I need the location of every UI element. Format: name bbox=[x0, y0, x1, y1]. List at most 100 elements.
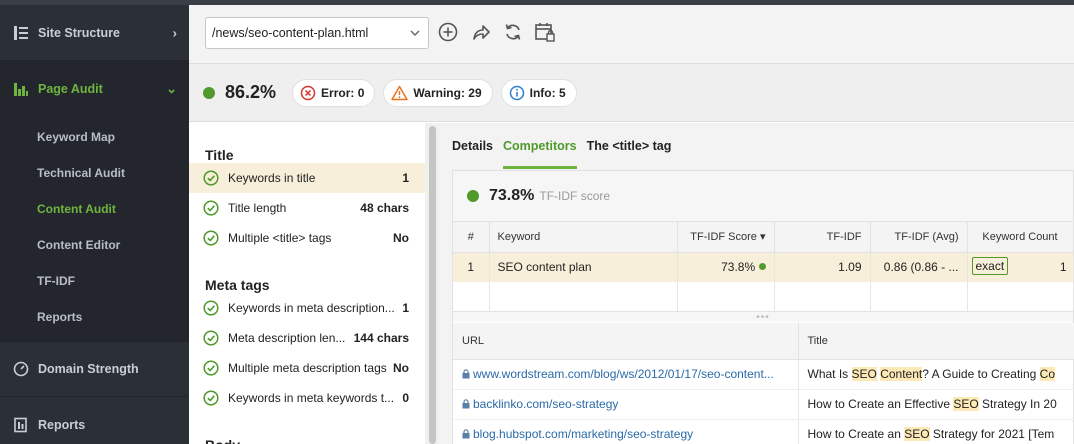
tab-competitors[interactable]: Competitors bbox=[503, 123, 577, 169]
column-header-keyword-count[interactable]: Keyword Count bbox=[967, 222, 1074, 253]
sidebar-item-label: Site Structure bbox=[38, 25, 120, 40]
audit-checklist: Title Keywords in title 1 Title length 4… bbox=[189, 123, 425, 444]
column-header-keyword[interactable]: Keyword bbox=[489, 222, 678, 253]
url-text: www.wordstream.com/blog/ws/2012/01/17/se… bbox=[473, 367, 774, 381]
checklist-row[interactable]: Title length 48 chars bbox=[189, 193, 425, 223]
cell-number: 1 bbox=[453, 252, 490, 282]
checklist-scrollbar-thumb[interactable] bbox=[429, 126, 436, 444]
title-text: How to Create an bbox=[807, 427, 905, 441]
tfidf-score-text: 73.8% bbox=[721, 260, 756, 275]
match-type-badge[interactable]: exact bbox=[971, 257, 1009, 276]
checklist-label: Multiple meta description tags bbox=[228, 361, 387, 375]
tab-details[interactable]: Details bbox=[452, 123, 493, 169]
check-circle-icon bbox=[203, 170, 219, 186]
cell-keyword-count: exact 1 bbox=[967, 252, 1074, 282]
title-text: How to Create an Effective bbox=[807, 397, 954, 411]
sidebar-item-content-audit[interactable]: Content Audit bbox=[0, 191, 189, 227]
column-header-tfidf[interactable]: TF-IDF bbox=[774, 222, 871, 253]
table-row[interactable]: backlinko.com/seo-strategy How to Create… bbox=[453, 389, 1074, 420]
refresh-icon[interactable] bbox=[502, 21, 524, 43]
sidebar: Site Structure › Page Audit ⌄ Keyword Ma… bbox=[0, 0, 189, 444]
sidebar-item-content-editor[interactable]: Content Editor bbox=[0, 227, 189, 263]
section-heading-meta-tags: Meta tags bbox=[205, 277, 270, 293]
title-text: What Is bbox=[807, 367, 852, 381]
table-row[interactable]: www.wordstream.com/blog/ws/2012/01/17/se… bbox=[453, 359, 1074, 390]
title-text: Strategy for 2021 [Tem bbox=[929, 427, 1055, 441]
checklist-value: No bbox=[393, 231, 409, 245]
url-text: backlinko.com/seo-strategy bbox=[473, 397, 619, 411]
column-header-tfidf-score[interactable]: TF-IDF Score ▾ bbox=[677, 222, 775, 253]
keyword-highlight: Content bbox=[880, 367, 923, 381]
checklist-row[interactable]: Multiple <title> tags No bbox=[189, 223, 425, 253]
keyword-highlight: Co bbox=[1039, 367, 1055, 381]
tab-bar: Details Competitors The <title> tag bbox=[439, 123, 1074, 169]
keyword-highlight: SEO bbox=[953, 397, 979, 411]
status-dot bbox=[467, 190, 479, 202]
checklist-row[interactable]: Keywords in title 1 bbox=[189, 163, 425, 193]
table-row[interactable]: 1 SEO content plan 73.8% 1.09 0.86 (0.86… bbox=[453, 252, 1074, 282]
status-dot bbox=[203, 86, 215, 99]
warning-count: Warning: 29 bbox=[413, 85, 482, 100]
sidebar-item-page-audit[interactable]: Page Audit ⌄ bbox=[0, 61, 189, 117]
schedule-icon[interactable] bbox=[534, 21, 556, 43]
share-icon[interactable] bbox=[470, 21, 492, 43]
sidebar-item-reports[interactable]: Reports bbox=[0, 397, 189, 444]
sidebar-item-keyword-map[interactable]: Keyword Map bbox=[0, 119, 189, 155]
sidebar-item-domain-strength[interactable]: Domain Strength bbox=[0, 341, 189, 397]
checklist-row[interactable]: Keywords in meta description... 1 bbox=[189, 293, 425, 323]
chevron-down-icon: ⌄ bbox=[166, 80, 177, 96]
cell-tfidf-avg: 0.86 (0.86 - ... bbox=[870, 252, 968, 282]
column-header-url[interactable]: URL bbox=[453, 323, 799, 360]
warning-filter-button[interactable]: Warning: 29 bbox=[383, 78, 493, 107]
url-text: blog.hubspot.com/marketing/seo-strategy bbox=[473, 427, 694, 441]
tfidf-score-value: 73.8% bbox=[489, 187, 535, 204]
cell-title: How to Create an SEO Strategy for 2021 [… bbox=[798, 419, 1074, 444]
checklist-label: Keywords in title bbox=[228, 171, 316, 185]
error-filter-button[interactable]: Error: 0 bbox=[292, 78, 376, 107]
site-structure-icon bbox=[12, 24, 30, 42]
add-icon[interactable] bbox=[437, 21, 459, 43]
checklist-row[interactable]: Meta description len... 144 chars bbox=[189, 323, 425, 353]
checklist-value: 1 bbox=[402, 171, 409, 185]
checklist-row[interactable]: Multiple meta description tags No bbox=[189, 353, 425, 383]
lock-icon bbox=[462, 369, 470, 379]
details-panel: Details Competitors The <title> tag 73.8… bbox=[439, 123, 1074, 444]
column-header-number[interactable]: # bbox=[453, 222, 490, 253]
column-header-title[interactable]: Title bbox=[798, 323, 1074, 360]
cell-url[interactable]: backlinko.com/seo-strategy bbox=[453, 389, 799, 420]
lock-icon bbox=[462, 399, 470, 409]
error-count: Error: 0 bbox=[321, 85, 365, 100]
column-header-tfidf-avg[interactable]: TF-IDF (Avg) bbox=[870, 222, 968, 253]
cell-url[interactable]: blog.hubspot.com/marketing/seo-strategy bbox=[453, 419, 799, 444]
score-bar: 86.2% Error: 0 Warning: 29 Info: 5 bbox=[189, 64, 1074, 122]
sidebar-item-label: Domain Strength bbox=[38, 362, 139, 376]
table-row[interactable]: blog.hubspot.com/marketing/seo-strategy … bbox=[453, 419, 1074, 444]
cell-title: How to Create an Effective SEO Strategy … bbox=[798, 389, 1074, 420]
checklist-value: 144 chars bbox=[353, 331, 409, 345]
keyword-count-value: 1 bbox=[1059, 260, 1067, 275]
checklist-label: Title length bbox=[228, 201, 287, 215]
checklist-row[interactable]: Keywords in meta keywords t... 0 bbox=[189, 383, 425, 413]
warning-icon bbox=[391, 85, 409, 100]
tfidf-card: 73.8% TF-IDF score # Keyword TF-IDF Scor… bbox=[452, 170, 1074, 444]
sidebar-item-technical-audit[interactable]: Technical Audit bbox=[0, 155, 189, 191]
toolbar: /news/seo-content-plan.html bbox=[189, 0, 1074, 64]
checklist-value: 1 bbox=[402, 301, 409, 315]
sidebar-item-reports-sub[interactable]: Reports bbox=[0, 299, 189, 335]
sidebar-item-tf-idf[interactable]: TF-IDF bbox=[0, 263, 189, 299]
section-heading-title: Title bbox=[205, 147, 234, 163]
info-filter-button[interactable]: Info: 5 bbox=[500, 78, 577, 107]
sidebar-item-label: Page Audit bbox=[38, 81, 103, 96]
tfidf-header: 73.8% TF-IDF score bbox=[453, 171, 1073, 222]
check-circle-icon bbox=[203, 230, 219, 246]
check-circle-icon bbox=[203, 200, 219, 216]
url-dropdown-value: /news/seo-content-plan.html bbox=[212, 26, 369, 40]
gauge-icon bbox=[12, 360, 30, 378]
panel-splitter[interactable]: ••• bbox=[453, 312, 1073, 323]
tab-title-tag[interactable]: The <title> tag bbox=[587, 123, 672, 169]
cell-title: What Is SEO Content? A Guide to Creating… bbox=[798, 359, 1074, 390]
tfidf-score-label: TF-IDF score bbox=[539, 189, 611, 203]
url-dropdown[interactable]: /news/seo-content-plan.html bbox=[205, 17, 429, 49]
sidebar-item-site-structure[interactable]: Site Structure › bbox=[0, 5, 189, 61]
cell-url[interactable]: www.wordstream.com/blog/ws/2012/01/17/se… bbox=[453, 359, 799, 390]
